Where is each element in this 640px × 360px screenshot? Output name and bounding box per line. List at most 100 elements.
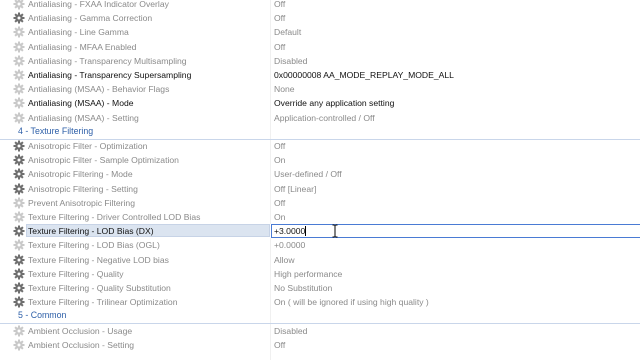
gear-icon [13, 282, 25, 294]
setting-name: Texture Filtering - Trilinear Optimizati… [28, 297, 178, 308]
setting-value: On ( will be ignored if using high quali… [274, 297, 429, 308]
setting-name: Anisotropic Filtering - Setting [28, 183, 138, 194]
setting-name: Texture Filtering - Negative LOD bias [28, 254, 169, 265]
gear-icon [13, 254, 25, 266]
setting-name: Texture Filtering - Quality [28, 268, 124, 279]
gear-icon [13, 112, 25, 124]
setting-row[interactable]: Antialiasing - MFAA Enabled Off [0, 40, 640, 54]
setting-value: Override any application setting [274, 98, 395, 109]
gear-icon [13, 225, 25, 237]
setting-value: Off [Linear] [274, 183, 317, 194]
ibeam-cursor-icon [332, 224, 338, 238]
gear-icon [13, 197, 25, 209]
setting-row[interactable]: Antialiasing - Gamma Correction Off [0, 11, 640, 25]
setting-name: Antialiasing (MSAA) - Setting [28, 112, 139, 123]
value-input-text[interactable]: +3.0000 [274, 226, 305, 236]
setting-name: Texture Filtering - LOD Bias (DX) [28, 226, 154, 237]
text-caret [305, 226, 306, 237]
setting-name: Anisotropic Filtering - Mode [28, 169, 133, 180]
setting-value: Disabled [274, 325, 308, 336]
setting-name: Antialiasing - MFAA Enabled [28, 41, 137, 52]
setting-value: No Substitution [274, 283, 333, 294]
setting-value: Off [274, 13, 286, 24]
gear-icon [13, 154, 25, 166]
setting-row[interactable]: Texture Filtering - Trilinear Optimizati… [0, 295, 640, 309]
setting-row[interactable]: Antialiasing (MSAA) - Behavior Flags None [0, 82, 640, 96]
gear-icon [13, 168, 25, 180]
value-edit-field[interactable] [271, 224, 640, 239]
setting-value: On [274, 212, 286, 223]
setting-row[interactable]: Texture Filtering - Driver Controlled LO… [0, 210, 640, 224]
setting-row[interactable]: Antialiasing - Line Gamma Default [0, 25, 640, 39]
gear-icon [13, 0, 25, 10]
setting-row[interactable]: Anisotropic Filtering - Mode User-defined… [0, 167, 640, 181]
gear-icon [13, 183, 25, 195]
gear-icon [13, 140, 25, 152]
setting-name: Antialiasing - Line Gamma [28, 27, 129, 38]
setting-name: Anisotropic Filter - Sample Optimization [28, 155, 179, 166]
gear-icon [13, 239, 25, 251]
setting-name: Antialiasing - Gamma Correction [28, 13, 153, 24]
gear-icon [13, 296, 25, 308]
setting-value: None [274, 84, 295, 95]
section-header[interactable]: 4 - Texture Filtering [0, 125, 640, 140]
setting-name: Ambient Occlusion - Setting [28, 339, 135, 350]
setting-value: Off [274, 41, 286, 52]
section-title: 4 - Texture Filtering [18, 125, 94, 136]
setting-name: Antialiasing - Transparency Multisamplin… [28, 55, 187, 66]
gear-icon [13, 26, 25, 38]
setting-row[interactable]: Anisotropic Filter - Sample Optimization… [0, 153, 640, 167]
gear-icon [13, 97, 25, 109]
gear-icon [13, 12, 25, 24]
setting-row[interactable]: Prevent Anisotropic Filtering Off [0, 196, 640, 210]
gear-icon [13, 211, 25, 223]
section-title: 5 - Common [18, 310, 67, 321]
setting-name: Prevent Anisotropic Filtering [28, 197, 135, 208]
setting-row-selected[interactable]: Texture Filtering - LOD Bias (DX) +3.0000 [0, 224, 640, 239]
setting-row[interactable]: Ambient Occlusion - Usage Disabled [0, 324, 640, 338]
gear-icon [13, 268, 25, 280]
setting-value: Off [274, 197, 286, 208]
setting-name: Anisotropic Filter - Optimization [28, 141, 148, 152]
setting-row[interactable]: Antialiasing - Transparency Multisamplin… [0, 54, 640, 68]
setting-value: Off [274, 0, 286, 10]
gear-icon [13, 55, 25, 67]
setting-name: Antialiasing (MSAA) - Behavior Flags [28, 84, 170, 95]
setting-value: On [274, 155, 286, 166]
settings-grid: Antialiasing - FXAA Indicator Overlay Off… [0, 0, 640, 360]
setting-row[interactable]: Antialiasing - FXAA Indicator Overlay Off [0, 0, 640, 11]
setting-name: Ambient Occlusion - Usage [28, 325, 133, 336]
gear-icon [13, 83, 25, 95]
setting-name: Texture Filtering - LOD Bias (OGL) [28, 240, 160, 251]
setting-name: Antialiasing (MSAA) - Mode [28, 98, 134, 109]
setting-value: +0.0000 [274, 240, 306, 251]
setting-value: Off [274, 141, 286, 152]
setting-value: Application-controlled / Off [274, 112, 375, 123]
gear-icon [13, 41, 25, 53]
setting-row[interactable]: Texture Filtering - LOD Bias (OGL) +0.000… [0, 238, 640, 252]
gear-icon [13, 69, 25, 81]
setting-name: Antialiasing - Transparency Supersamplin… [28, 70, 192, 81]
setting-row[interactable]: Ambient Occlusion - Setting Off [0, 338, 640, 352]
section-header[interactable]: 5 - Common [0, 309, 640, 325]
setting-row[interactable]: Texture Filtering - Quality High performa… [0, 267, 640, 281]
setting-row[interactable]: Antialiasing (MSAA) - Setting Application… [0, 111, 640, 125]
setting-name: Antialiasing - FXAA Indicator Overlay [28, 0, 169, 10]
setting-value: Off [274, 339, 286, 350]
setting-value: Disabled [274, 55, 308, 66]
setting-value: High performance [274, 268, 343, 279]
setting-row[interactable]: Texture Filtering - Negative LOD bias All… [0, 253, 640, 267]
setting-name: Texture Filtering - Quality Substitution [28, 283, 171, 294]
gear-icon [13, 339, 25, 351]
gear-icon [13, 325, 25, 337]
setting-value: User-defined / Off [274, 169, 342, 180]
setting-row[interactable]: Antialiasing - Transparency Supersamplin… [0, 68, 640, 82]
setting-row[interactable]: Texture Filtering - Quality Substitution… [0, 281, 640, 295]
setting-value: 0x00000008 AA_MODE_REPLAY_MODE_ALL [274, 70, 454, 81]
setting-row[interactable]: Anisotropic Filter - Optimization Off [0, 139, 640, 153]
setting-value: Allow [274, 254, 295, 265]
setting-row[interactable]: Antialiasing (MSAA) - Mode Override any a… [0, 96, 640, 110]
setting-row[interactable]: Anisotropic Filtering - Setting Off [Line… [0, 182, 640, 196]
setting-name: Texture Filtering - Driver Controlled LO… [28, 212, 201, 223]
setting-value: Default [274, 27, 302, 38]
